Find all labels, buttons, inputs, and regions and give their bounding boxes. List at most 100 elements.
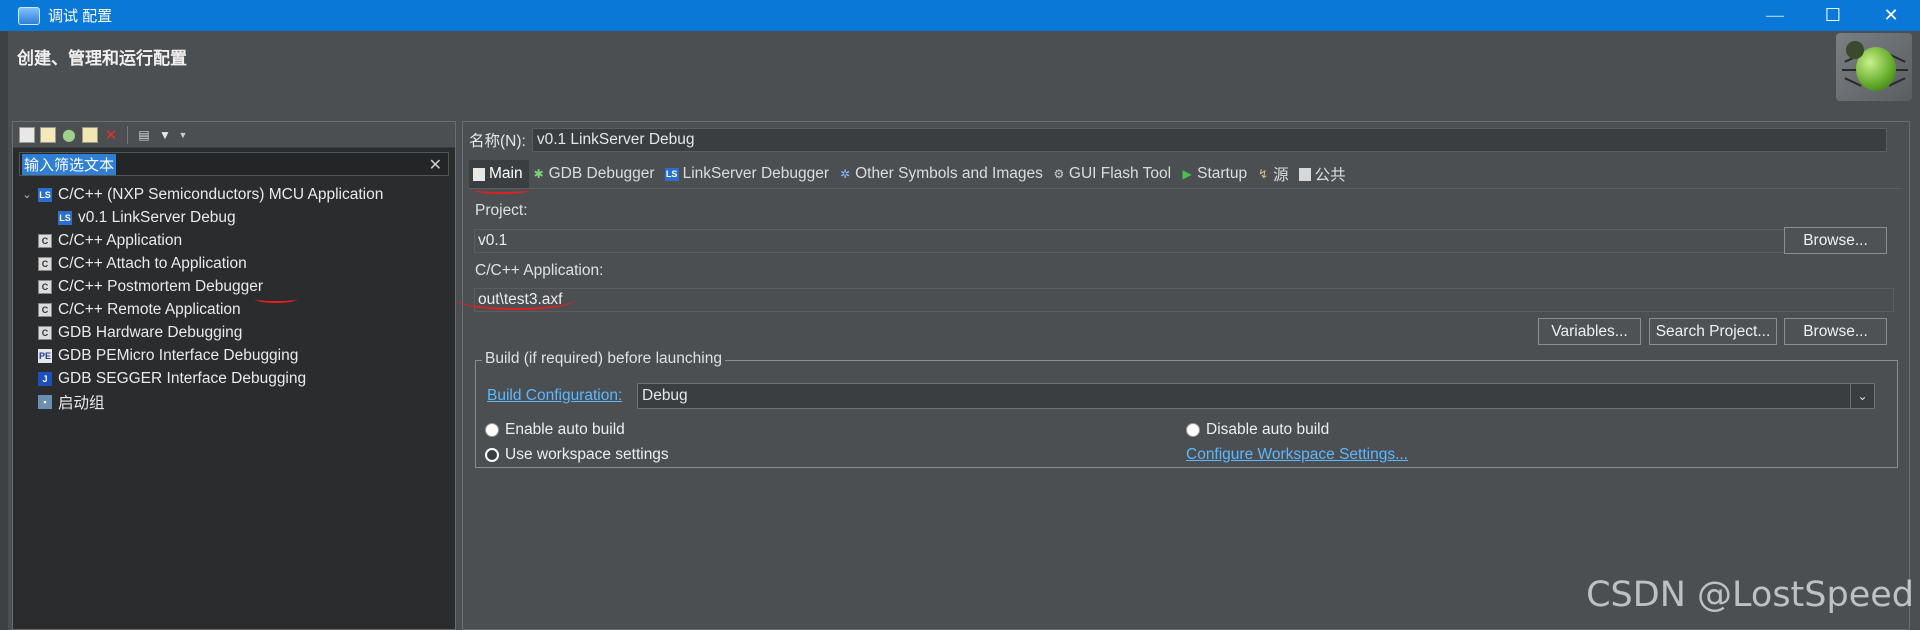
tree-item-label: C/C++ (NXP Semiconductors) MCU Applicati…: [58, 185, 384, 203]
tab-common[interactable]: 公共: [1295, 160, 1352, 188]
radio-indicator: [485, 423, 499, 437]
tab-other-symbols[interactable]: ✲ Other Symbols and Images: [835, 160, 1049, 188]
linkserver-icon: LS: [664, 167, 679, 181]
filter-text[interactable]: 输入筛选文本: [22, 153, 117, 175]
tree-item-attach[interactable]: C C/C++ Attach to Application: [13, 252, 455, 275]
chevron-down-icon[interactable]: ⌄: [1850, 384, 1874, 408]
tab-label: 公共: [1314, 167, 1346, 184]
tree-item-label: GDB SEGGER Interface Debugging: [58, 369, 307, 387]
tree-item-label: v0.1 LinkServer Debug: [78, 208, 236, 226]
project-label: Project:: [475, 202, 528, 219]
tree-item-gdb-pemicro[interactable]: PE GDB PEMicro Interface Debugging: [13, 344, 455, 367]
minimize-button[interactable]: —: [1746, 0, 1804, 31]
tab-startup[interactable]: ▶ Startup: [1177, 160, 1253, 188]
config-type-panel: ⬤ ✕ ▤ ▼ ▼ 输入筛选文本 ✕ ⌄ LS C/C++ (NXP Semic…: [12, 121, 456, 630]
name-label: 名称(N):: [469, 133, 526, 150]
configure-workspace-settings-link[interactable]: Configure Workspace Settings...: [1186, 446, 1408, 464]
linkserver-icon: LS: [38, 187, 52, 202]
tree-item-label: C/C++ Attach to Application: [58, 254, 247, 272]
app-icon: [18, 6, 40, 25]
window-left-edge: [0, 31, 8, 630]
tab-gui-flash-tool[interactable]: ⚙ GUI Flash Tool: [1049, 160, 1177, 188]
tree-item-label: C/C++ Application: [58, 231, 183, 249]
toolbar-separator: [127, 125, 128, 144]
tree-item-mcu-application[interactable]: ⌄ LS C/C++ (NXP Semiconductors) MCU Appl…: [13, 183, 455, 206]
variables-button[interactable]: Variables...: [1538, 318, 1641, 345]
page-icon: [473, 167, 485, 181]
c-app-icon: C: [38, 279, 52, 294]
application-input[interactable]: out\test3.axf: [474, 288, 1894, 312]
c-app-icon: C: [38, 256, 52, 271]
launch-group-icon: ▪: [38, 394, 52, 409]
new-config-icon[interactable]: [19, 126, 35, 143]
radio-label: Disable auto build: [1206, 421, 1330, 438]
group-title: Build (if required) before launching: [482, 350, 725, 368]
red-annotation-underline: [457, 290, 575, 310]
browse-application-button[interactable]: Browse...: [1784, 318, 1887, 345]
tab-label: Other Symbols and Images: [855, 165, 1043, 182]
tab-linkserver-debugger[interactable]: LS LinkServer Debugger: [661, 160, 835, 188]
browse-project-button[interactable]: Browse...: [1784, 227, 1887, 254]
filter-icon[interactable]: ▼: [157, 127, 173, 143]
clear-filter-icon[interactable]: ✕: [429, 155, 442, 175]
segger-jlink-icon: J: [38, 371, 52, 386]
config-toolbar: ⬤ ✕ ▤ ▼ ▼: [13, 122, 455, 148]
c-app-icon: C: [38, 233, 52, 248]
tree-item-label: GDB Hardware Debugging: [58, 323, 243, 341]
window-title: 调试 配置: [48, 8, 113, 25]
tab-label: LinkServer Debugger: [682, 165, 830, 182]
export-icon[interactable]: ⬤: [61, 127, 77, 143]
tab-label: GDB Debugger: [548, 165, 655, 182]
build-configuration-link[interactable]: Build Configuration:: [487, 387, 622, 405]
radio-indicator: [1186, 423, 1200, 437]
tree-item-v01-linkserver-debug[interactable]: LS v0.1 LinkServer Debug: [13, 206, 455, 229]
tab-label: 源: [1273, 167, 1289, 184]
dropdown-icon[interactable]: ▼: [178, 127, 188, 143]
tree-item-launch-group[interactable]: ▪ 启动组: [13, 390, 455, 413]
build-configuration-select[interactable]: Debug ⌄: [637, 383, 1875, 409]
watermark: CSDN @LostSpeed: [1586, 575, 1914, 615]
source-lookup-icon: ↯: [1258, 167, 1269, 181]
tree-item-cpp-application[interactable]: C C/C++ Application: [13, 229, 455, 252]
use-workspace-settings-radio[interactable]: Use workspace settings: [485, 446, 669, 464]
tab-main[interactable]: Main: [469, 160, 529, 188]
tree-item-label: 启动组: [58, 394, 105, 412]
name-input[interactable]: v0.1 LinkServer Debug: [531, 128, 1887, 152]
build-configuration-value: Debug: [642, 387, 688, 404]
enable-auto-build-radio[interactable]: Enable auto build: [485, 421, 625, 439]
dialog-subtitle: 创建、管理和运行配置: [17, 49, 187, 68]
collapse-chevron-icon[interactable]: ⌄: [20, 188, 34, 201]
new-prototype-icon[interactable]: [40, 126, 56, 143]
tree-item-label: GDB PEMicro Interface Debugging: [58, 346, 299, 364]
app-label: C/C++ Application:: [475, 262, 604, 279]
startup-play-icon: ▶: [1182, 167, 1192, 181]
tab-source[interactable]: ↯ 源: [1253, 160, 1295, 188]
disable-auto-build-radio[interactable]: Disable auto build: [1186, 421, 1329, 439]
duplicate-icon[interactable]: [82, 126, 98, 143]
tab-gdb-debugger[interactable]: ✱ GDB Debugger: [529, 160, 661, 188]
tree-item-remote[interactable]: C C/C++ Remote Application: [13, 298, 455, 321]
collapse-all-icon[interactable]: ▤: [136, 127, 152, 143]
tree-item-gdb-segger[interactable]: J GDB SEGGER Interface Debugging: [13, 367, 455, 390]
tree-item-gdb-hardware[interactable]: C GDB Hardware Debugging: [13, 321, 455, 344]
filter-input[interactable]: 输入筛选文本 ✕: [19, 152, 449, 176]
search-project-button[interactable]: Search Project...: [1649, 318, 1777, 345]
flash-tool-icon: ⚙: [1053, 167, 1065, 181]
tab-label: Main: [489, 165, 523, 182]
tab-divider: [469, 188, 1903, 189]
debug-bug-icon: [1836, 33, 1912, 101]
config-detail-panel: 名称(N): v0.1 LinkServer Debug Main ✱ GDB …: [457, 121, 1910, 630]
delete-icon[interactable]: ✕: [103, 127, 119, 144]
close-button[interactable]: ✕: [1862, 0, 1920, 31]
red-annotation-underline: [473, 186, 531, 194]
linkserver-icon: LS: [58, 210, 72, 225]
radio-label: Use workspace settings: [505, 446, 669, 463]
red-annotation-underline: [255, 295, 297, 303]
tree-item-label: C/C++ Postmortem Debugger: [58, 277, 264, 295]
c-app-icon: C: [38, 325, 52, 340]
tree-item-postmortem[interactable]: C C/C++ Postmortem Debugger: [13, 275, 455, 298]
maximize-button[interactable]: ☐: [1804, 0, 1862, 31]
gdb-icon: ✱: [533, 167, 544, 181]
dialog-header: 创建、管理和运行配置: [8, 31, 1912, 115]
project-input[interactable]: v0.1: [474, 229, 1787, 253]
